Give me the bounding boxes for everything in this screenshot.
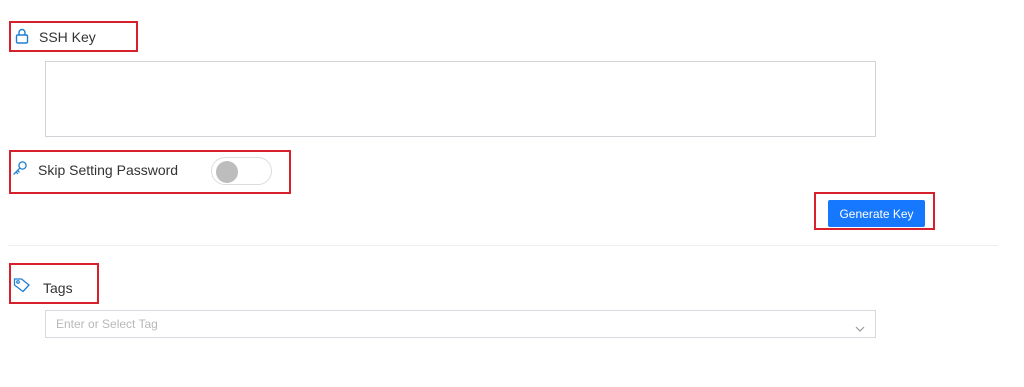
lock-icon — [15, 28, 29, 49]
key-icon — [12, 160, 28, 181]
skip-password-toggle[interactable] — [211, 157, 272, 185]
tag-icon — [13, 277, 31, 298]
chevron-down-icon — [855, 320, 865, 338]
skip-password-label: Skip Setting Password — [38, 162, 179, 178]
section-divider — [8, 245, 998, 246]
toggle-knob — [216, 161, 238, 183]
tag-select-placeholder: Enter or Select Tag — [56, 317, 158, 331]
generate-key-button[interactable]: Generate Key — [828, 200, 925, 227]
ssh-key-label: SSH Key — [39, 29, 96, 45]
tags-label: Tags — [43, 280, 73, 296]
tag-select[interactable]: Enter or Select Tag — [45, 310, 876, 338]
ssh-key-input[interactable] — [45, 61, 876, 137]
